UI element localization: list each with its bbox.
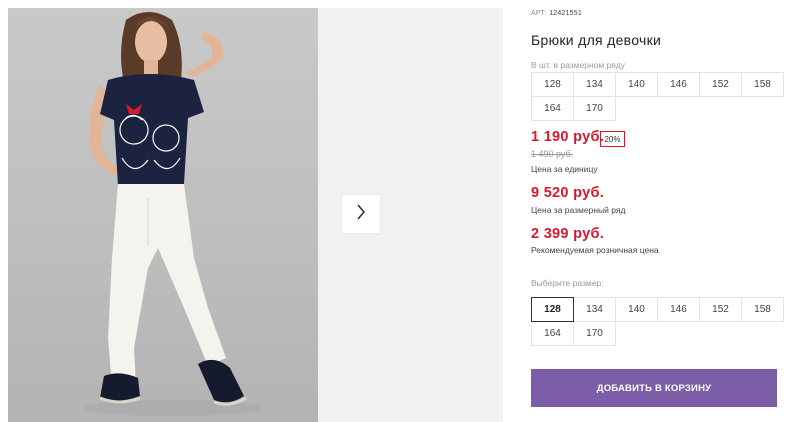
choose-size-label: Выберите размер: [531,278,604,288]
size-option[interactable]: 170 [573,321,616,346]
sale-price: 1 190 руб. [531,129,605,145]
size-selector: 128 134 140 146 152 158 164 170 [531,297,784,346]
pack-size-cell: 164 [531,96,574,121]
chevron-right-icon [356,203,366,225]
pack-size-cell: 134 [573,72,616,97]
size-option[interactable]: 158 [741,297,784,322]
pack-size-cell: 152 [699,72,742,97]
article-value: 12421551 [549,10,582,17]
pack-size-cell: 158 [741,72,784,97]
retail-price: 2 399 руб. [531,226,605,242]
article-number: АРТ: 12421551 [531,10,582,17]
product-photo-illustration [83,12,263,416]
pack-size-grid: 128 134 140 146 152 158 164 170 [531,72,784,121]
pack-size-cell: 146 [657,72,700,97]
pack-sizes-hint: В шт. в размерном ряду [531,60,626,70]
size-option[interactable]: 152 [699,297,742,322]
retail-price-label: Рекомендуемая розничная цена [531,245,659,255]
unit-price-label: Цена за единицу [531,164,598,174]
product-photo[interactable] [8,8,318,422]
pack-size-cell: 170 [573,96,616,121]
product-gallery [8,8,503,422]
size-option[interactable]: 134 [573,297,616,322]
article-label: АРТ: [531,10,548,17]
add-to-cart-button[interactable]: ДОБАВИТЬ В КОРЗИНУ [531,369,777,407]
pack-price: 9 520 руб. [531,185,605,201]
old-price: 1 490 руб. [531,149,574,159]
size-option[interactable]: 164 [531,321,574,346]
size-option[interactable]: 140 [615,297,658,322]
next-photo-button[interactable] [342,195,380,233]
product-title: Брюки для девочки [531,32,662,48]
size-option[interactable]: 146 [657,297,700,322]
discount-badge: 20% [600,131,625,147]
pack-size-cell: 128 [531,72,574,97]
pack-size-cell: 140 [615,72,658,97]
size-option-selected[interactable]: 128 [531,297,574,322]
pack-price-label: Цена за размерный ряд [531,205,626,215]
